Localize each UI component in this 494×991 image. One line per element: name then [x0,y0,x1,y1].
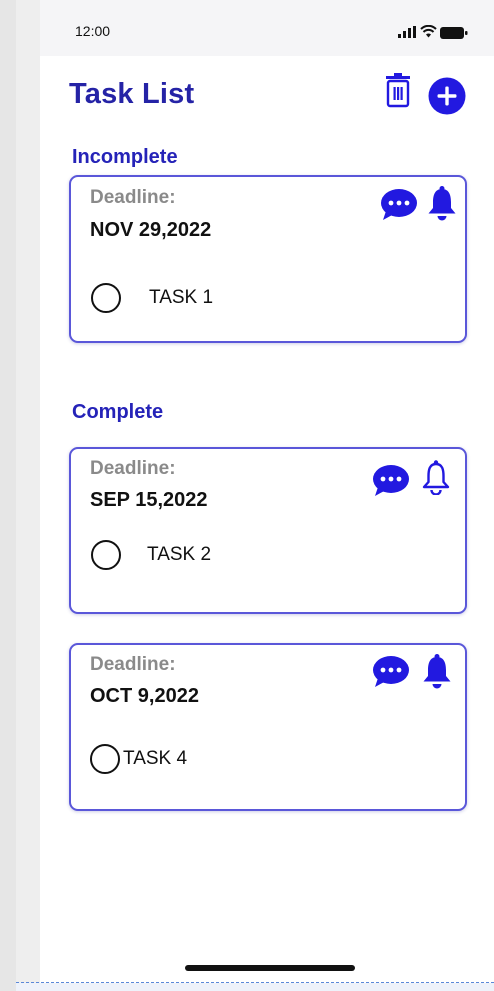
section-title-incomplete: Incomplete [72,146,178,168]
status-time: 12:00 [75,23,111,39]
deadline-label: Deadline: [90,458,176,479]
guide-line [16,982,494,983]
home-indicator[interactable] [185,965,355,971]
trash-icon[interactable] [383,72,413,108]
section-title-complete: Complete [72,401,164,423]
status-bar: 12:00 [40,0,494,56]
status-icons [398,25,474,40]
chat-bubble-icon[interactable] [379,187,419,223]
task-label: TASK 2 [147,544,212,565]
bell-outline-icon[interactable] [419,459,453,495]
signal-icon [398,26,416,38]
deadline-date: SEP 15,2022 [90,489,208,511]
task-label: TASK 4 [123,748,188,769]
task-checkbox[interactable] [90,744,120,774]
deadline-date: NOV 29,2022 [90,219,212,241]
wifi-icon [420,25,437,38]
background-strip [16,0,40,991]
bell-icon[interactable] [425,185,459,221]
deadline-date: OCT 9,2022 [90,685,199,707]
deadline-label: Deadline: [90,187,176,208]
bottom-strip [16,983,494,991]
chat-bubble-icon[interactable] [371,463,411,499]
page-title: Task List [69,78,195,110]
bell-icon[interactable] [420,653,454,689]
chat-bubble-icon[interactable] [371,654,411,690]
task-card[interactable]: Deadline: NOV 29,2022 TASK 1 [69,175,467,343]
background-left [0,0,16,991]
deadline-label: Deadline: [90,654,176,675]
phone-screen: 12:00 Task List Incomplete Deadline: NOV… [40,0,494,991]
task-checkbox[interactable] [91,283,121,313]
task-card[interactable]: Deadline: OCT 9,2022 TASK 4 [69,643,467,811]
battery-icon [440,27,468,39]
task-checkbox[interactable] [91,540,121,570]
plus-circle-icon[interactable] [428,77,466,115]
task-label: TASK 1 [149,287,214,308]
task-card[interactable]: Deadline: SEP 15,2022 TASK 2 [69,447,467,614]
